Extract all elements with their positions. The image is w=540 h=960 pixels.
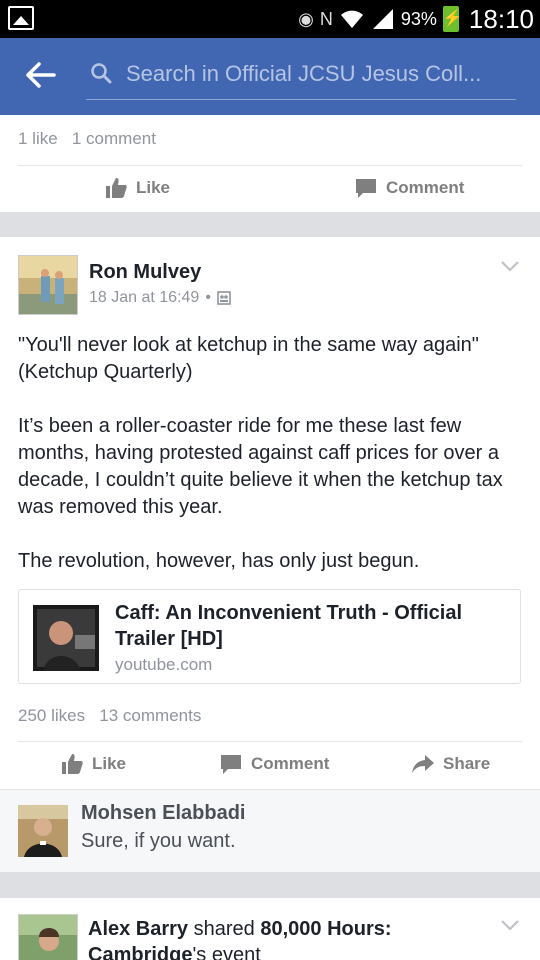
comment-label: Comment [386,178,465,197]
share-arrow-icon [412,755,434,773]
author-photo [19,256,77,314]
post-meta: 18 Jan at 16:49 • [89,289,231,307]
back-arrow-icon[interactable] [24,58,58,92]
divider [18,165,522,166]
group-audience-icon [217,291,231,305]
like-label: Like [92,754,127,773]
share-button[interactable]: Share [411,752,490,776]
link-title[interactable]: Caff: An Inconvenient Truth - Official T… [115,600,510,652]
post-paragraph-3: The revolution, however, has only just b… [18,550,420,572]
like-label: Like [136,178,171,197]
wifi-icon [340,10,363,28]
comment-button[interactable]: Comment [354,176,464,200]
comment-icon [221,755,241,774]
author-photo [19,915,77,960]
post-paragraph-1: "You'll never look at ketchup in the sam… [18,334,479,383]
status-icons: ◉ N 93% 18:10 [298,3,534,35]
app-header: Search in Official JCSU Jesus Coll... [0,38,540,115]
battery-charging-icon [442,6,463,32]
previous-post-card: 1 like 1 comment Like Comment [0,115,540,212]
search-bar[interactable]: Search in Official JCSU Jesus Coll... [86,56,516,100]
previous-post-counts: 1 like 1 comment [18,129,156,149]
comment-button[interactable]: Comment [219,752,329,776]
thumbs-up-icon [62,754,83,774]
post-paragraph-2: It’s been a roller-coaster ride for me t… [18,415,503,518]
meta-dot: • [205,289,211,306]
commenter-name[interactable]: Mohsen Elabbadi [81,802,245,825]
likes-count[interactable]: 250 likes [18,706,85,725]
likes-count[interactable]: 1 like [18,129,58,148]
top-comment: Mohsen Elabbadi Sure, if you want. [0,789,540,872]
search-input[interactable]: Search in Official JCSU Jesus Coll... [126,61,516,87]
shared-page[interactable]: 80,000 Hours: [260,918,391,940]
thumbs-up-icon [106,178,127,198]
share-label: Share [443,754,491,773]
shared-by-author[interactable]: Alex Barry [88,918,188,940]
signal-icon [372,9,393,29]
nfc-icon: N [319,8,333,29]
commenter-photo [18,805,68,857]
battery-percent: 93% [400,8,437,29]
divider [18,741,522,742]
author-avatar[interactable] [18,255,78,315]
shared-event-suffix: 's event [192,944,261,960]
link-preview[interactable]: Caff: An Inconvenient Truth - Official T… [18,589,521,684]
link-thumbnail [33,605,99,671]
comments-count[interactable]: 1 comment [72,129,156,148]
like-button[interactable]: Like [104,176,170,200]
shared-event-page[interactable]: Cambridge [88,944,192,960]
comment-icon [356,179,376,198]
next-post-card: Alex Barry shared 80,000 Hours: Cambridg… [0,898,540,960]
comments-count[interactable]: 13 comments [99,706,201,725]
search-icon [91,63,112,84]
post-counts: 250 likes 13 comments [18,706,201,726]
author-avatar[interactable] [18,914,78,960]
link-domain: youtube.com [115,655,213,674]
video-thumbnail-image [33,605,99,671]
like-button[interactable]: Like [60,752,126,776]
post-card: Ron Mulvey 18 Jan at 16:49 • "You'll nev… [0,237,540,872]
comment-label: Comment [251,754,330,773]
post-options-chevron-icon[interactable] [500,259,520,273]
gallery-icon [8,6,34,30]
share-verb: shared [193,918,255,940]
post-timestamp[interactable]: 18 Jan at 16:49 [89,289,199,307]
post-options-chevron-icon[interactable] [500,918,520,932]
commenter-avatar[interactable] [18,805,68,857]
comment-text: Sure, if you want. [81,830,236,852]
eye-icon: ◉ [298,8,314,29]
share-headline-line-2: Cambridge's event [88,944,508,960]
clock: 18:10 [468,3,534,34]
share-headline: Alex Barry shared 80,000 Hours: [88,918,508,941]
status-bar: ◉ N 93% 18:10 [0,0,540,38]
post-author[interactable]: Ron Mulvey [89,261,201,284]
